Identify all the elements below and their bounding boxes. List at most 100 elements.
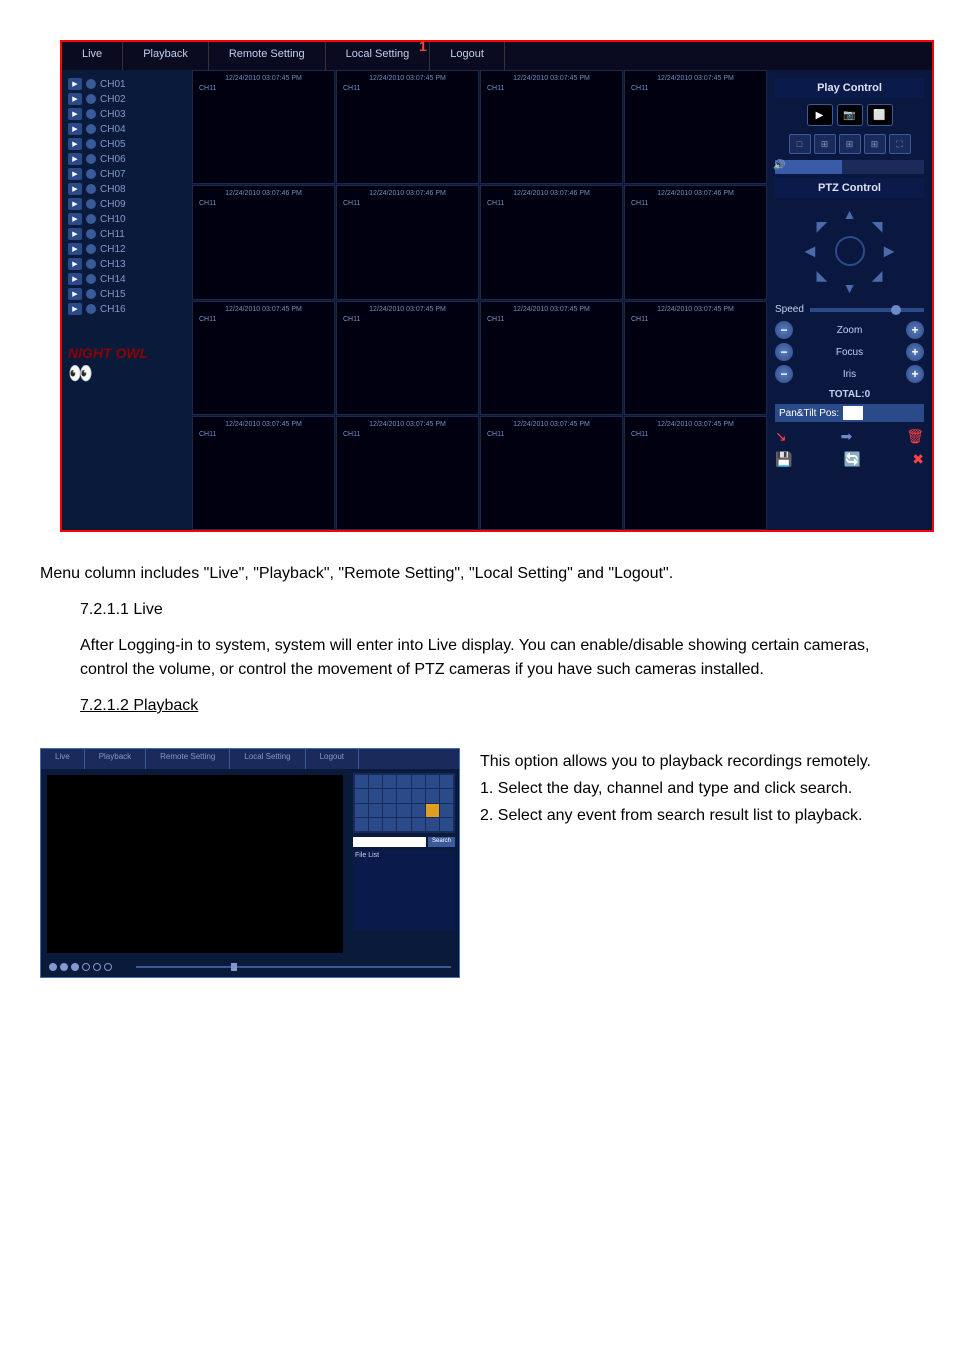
record-icon[interactable] [86,139,96,149]
ptz-upleft-button[interactable]: ◤ [817,218,828,235]
goto-icon[interactable]: ➡ [841,428,853,445]
layout-4-button[interactable]: ⊞ [814,134,836,154]
record-icon[interactable] [86,154,96,164]
record-icon[interactable] [86,274,96,284]
play-icon[interactable]: ▶ [68,138,82,150]
channel-row[interactable]: ▶CH11 [68,228,186,240]
iris-minus-button[interactable]: − [775,365,793,383]
record-icon[interactable] [86,109,96,119]
zoom-minus-button[interactable]: − [775,321,793,339]
record-icon[interactable] [86,229,96,239]
menu-logout[interactable]: Logout [430,42,505,70]
video-cell[interactable]: 12/24/2010 03:07:45 PMCH11 [480,70,623,184]
video-cell[interactable]: 12/24/2010 03:07:45 PMCH11 [192,70,335,184]
video-cell[interactable]: 12/24/2010 03:07:46 PMCH11 [480,185,623,299]
menu-local-setting[interactable]: Local Setting [326,42,431,70]
record-icon[interactable] [86,79,96,89]
channel-row[interactable]: ▶CH16 [68,303,186,315]
play-icon[interactable]: ▶ [68,273,82,285]
channel-row[interactable]: ▶CH07 [68,168,186,180]
layout-1-button[interactable]: □ [789,134,811,154]
ptz-left-button[interactable]: ◀ [805,243,816,260]
ptz-center-button[interactable] [835,236,865,266]
layout-16-button[interactable]: ⊞ [864,134,886,154]
channel-row[interactable]: ▶CH15 [68,288,186,300]
play-icon[interactable]: ▶ [68,168,82,180]
record-icon[interactable] [86,124,96,134]
fullscreen-button[interactable]: ⛶ [889,134,911,154]
play-icon[interactable]: ▶ [68,243,82,255]
record-icon[interactable] [86,289,96,299]
cruise-icon[interactable]: ↘ [775,428,787,445]
channel-row[interactable]: ▶CH02 [68,93,186,105]
record-icon[interactable] [86,304,96,314]
video-cell[interactable]: 12/24/2010 03:07:45 PMCH11 [480,416,623,530]
record-icon[interactable] [86,94,96,104]
ptz-upright-button[interactable]: ◥ [872,218,883,235]
focus-plus-button[interactable]: + [906,343,924,361]
ptz-up-button[interactable]: ▲ [843,206,857,222]
record-icon[interactable] [86,244,96,254]
close-icon[interactable]: ✖ [912,451,924,468]
channel-row[interactable]: ▶CH04 [68,123,186,135]
channel-row[interactable]: ▶CH08 [68,183,186,195]
channel-row[interactable]: ▶CH05 [68,138,186,150]
video-cell[interactable]: 12/24/2010 03:07:45 PMCH11 [336,416,479,530]
save-icon[interactable]: 💾 [775,451,792,468]
refresh-icon[interactable]: 🔄 [844,451,861,468]
play-icon[interactable]: ▶ [68,183,82,195]
ptz-down-button[interactable]: ▼ [843,280,857,296]
menu-live[interactable]: Live [62,42,123,70]
channel-row[interactable]: ▶CH14 [68,273,186,285]
record-icon[interactable] [86,214,96,224]
focus-minus-button[interactable]: − [775,343,793,361]
video-cell[interactable]: 12/24/2010 03:07:45 PMCH11 [192,416,335,530]
record-icon[interactable] [86,184,96,194]
record-icon[interactable] [86,199,96,209]
play-icon[interactable]: ▶ [68,108,82,120]
play-icon[interactable]: ▶ [68,303,82,315]
channel-row[interactable]: ▶CH09 [68,198,186,210]
volume-slider[interactable]: 🔊 [775,160,924,174]
snapshot-button[interactable]: 📷 [837,104,863,126]
play-icon[interactable]: ▶ [68,78,82,90]
video-cell[interactable]: 12/24/2010 03:07:45 PMCH11 [336,301,479,415]
play-icon[interactable]: ▶ [68,153,82,165]
menu-remote-setting[interactable]: Remote Setting [209,42,326,70]
channel-row[interactable]: ▶CH06 [68,153,186,165]
pantilt-input[interactable] [843,406,863,420]
record-icon[interactable] [86,169,96,179]
channel-row[interactable]: ▶CH13 [68,258,186,270]
video-cell[interactable]: 12/24/2010 03:07:45 PMCH11 [624,70,767,184]
channel-row[interactable]: ▶CH01 [68,78,186,90]
play-icon[interactable]: ▶ [68,228,82,240]
play-icon[interactable]: ▶ [68,258,82,270]
delete-icon[interactable]: 🗑 [906,428,924,445]
record-icon[interactable] [86,259,96,269]
speed-slider[interactable] [810,308,924,312]
video-cell[interactable]: 12/24/2010 03:07:45 PMCH11 [192,301,335,415]
play-icon[interactable]: ▶ [68,93,82,105]
video-cell[interactable]: 12/24/2010 03:07:46 PMCH11 [336,185,479,299]
video-cell[interactable]: 12/24/2010 03:07:46 PMCH11 [624,185,767,299]
channel-row[interactable]: ▶CH10 [68,213,186,225]
play-icon[interactable]: ▶ [68,123,82,135]
play-icon[interactable]: ▶ [68,213,82,225]
video-cell[interactable]: 12/24/2010 03:07:45 PMCH11 [624,301,767,415]
play-icon[interactable]: ▶ [68,198,82,210]
record-button[interactable]: ⬜ [867,104,893,126]
video-cell[interactable]: 12/24/2010 03:07:45 PMCH11 [336,70,479,184]
zoom-plus-button[interactable]: + [906,321,924,339]
video-cell[interactable]: 12/24/2010 03:07:45 PMCH11 [624,416,767,530]
ptz-downleft-button[interactable]: ◣ [817,267,828,284]
layout-9-button[interactable]: ⊞ [839,134,861,154]
channel-row[interactable]: ▶CH03 [68,108,186,120]
play-button[interactable]: ▶ [807,104,833,126]
ptz-downright-button[interactable]: ◢ [872,267,883,284]
iris-plus-button[interactable]: + [906,365,924,383]
channel-row[interactable]: ▶CH12 [68,243,186,255]
menu-playback[interactable]: Playback [123,42,209,70]
play-icon[interactable]: ▶ [68,288,82,300]
ptz-right-button[interactable]: ▶ [884,243,895,260]
video-cell[interactable]: 12/24/2010 03:07:45 PMCH11 [480,301,623,415]
